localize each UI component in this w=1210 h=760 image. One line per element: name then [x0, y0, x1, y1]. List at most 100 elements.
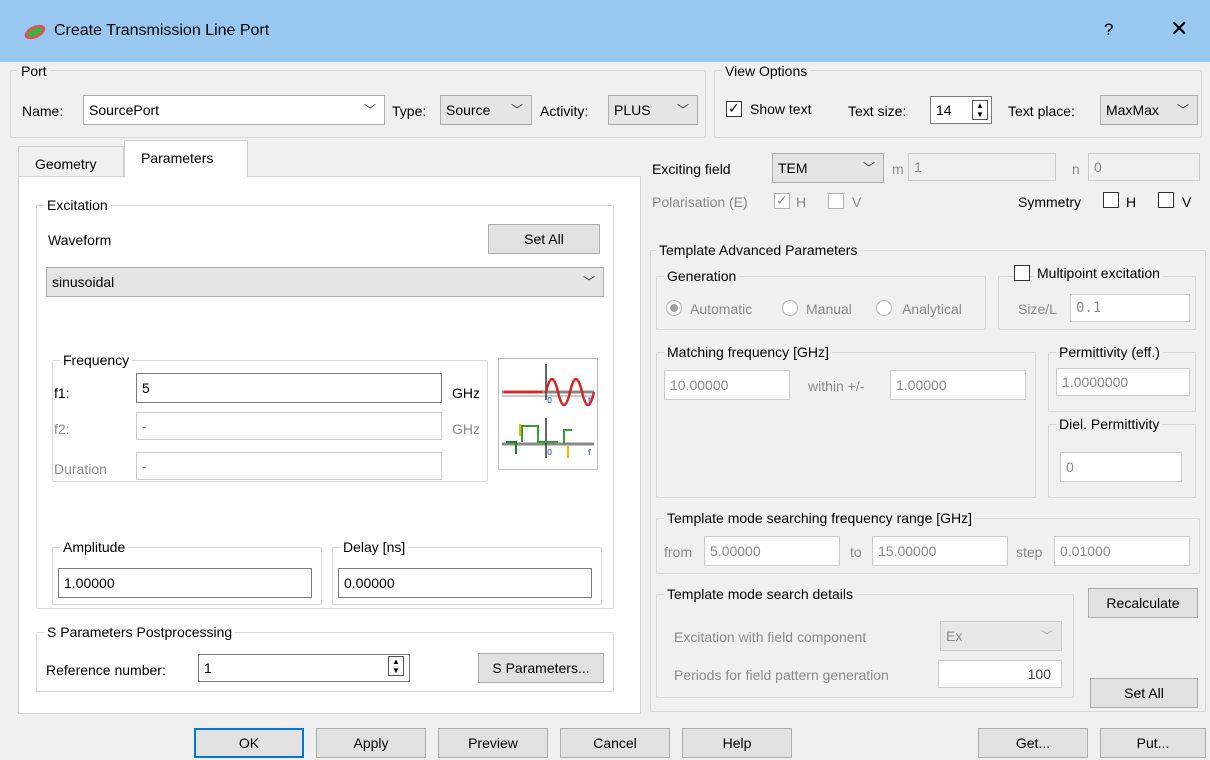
type-value: Source: [446, 102, 491, 118]
activity-label: Activity:: [540, 103, 589, 119]
show-text-checkbox[interactable]: ✓: [726, 100, 742, 117]
tab-parameters-label: Parameters: [141, 150, 214, 166]
check-icon: ✓: [776, 192, 788, 208]
ref-number-input[interactable]: 1: [198, 654, 410, 682]
show-text-label: Show text: [750, 101, 812, 117]
duration-input[interactable]: -: [136, 452, 442, 480]
chevron-down-icon: ﹀: [1176, 103, 1189, 117]
n-input[interactable]: 0: [1088, 153, 1200, 181]
text-size-label: Text size:: [848, 103, 907, 119]
within-input[interactable]: 1.00000: [890, 370, 1026, 400]
waveform-value: sinusoidal: [52, 274, 115, 290]
text-place-label: Text place:: [1008, 103, 1075, 119]
close-icon[interactable]: ✕: [1170, 16, 1188, 42]
svg-text:f: f: [588, 448, 591, 457]
name-combo[interactable]: SourcePort ﹀: [83, 95, 385, 125]
size-l-value: 0.1: [1076, 300, 1102, 316]
diel-title: Diel. Permittivity: [1056, 416, 1163, 432]
multipoint-checkbox[interactable]: [1014, 265, 1030, 281]
tab-geometry[interactable]: Geometry: [18, 146, 124, 176]
cancel-button[interactable]: Cancel: [560, 728, 670, 758]
f2-unit: GHz: [452, 421, 480, 437]
f2-label: f2:: [54, 421, 70, 437]
ref-number-label: Reference number:: [46, 662, 166, 678]
waveform-label: Waveform: [48, 232, 112, 248]
polarisation-h-checkbox[interactable]: ✓: [774, 192, 790, 209]
periods-value: 100: [1027, 666, 1051, 682]
m-input[interactable]: 1: [908, 153, 1056, 181]
chevron-down-icon: ﹀: [676, 103, 689, 117]
permittivity-input[interactable]: 1.0000000: [1056, 368, 1190, 396]
text-place-combo[interactable]: MaxMax ﹀: [1100, 95, 1198, 125]
size-l-label: Size/L: [1018, 301, 1057, 317]
preview-button[interactable]: Preview: [438, 728, 548, 758]
f1-input[interactable]: 5: [136, 373, 442, 403]
matching-input[interactable]: 10.00000: [664, 370, 790, 400]
automatic-radio[interactable]: [666, 300, 682, 316]
from-input[interactable]: 5.00000: [704, 536, 840, 566]
step-input[interactable]: 0.01000: [1054, 536, 1190, 566]
to-input[interactable]: 15.00000: [872, 536, 1008, 566]
excitation-component-combo[interactable]: Ex ﹀: [940, 621, 1062, 651]
svg-text:0: 0: [547, 448, 552, 457]
tab-parameters[interactable]: Parameters: [124, 140, 248, 177]
size-l-input[interactable]: 0.1: [1070, 294, 1190, 322]
periods-input[interactable]: 100: [938, 660, 1062, 688]
type-combo[interactable]: Source ﹀: [440, 95, 532, 125]
diel-input[interactable]: 0: [1060, 452, 1182, 482]
recalculate-button[interactable]: Recalculate: [1088, 588, 1198, 618]
template-title: Template Advanced Parameters: [656, 242, 861, 258]
to-label: to: [850, 544, 862, 560]
tab-join: [125, 175, 247, 177]
text-size-value: 14: [936, 102, 952, 118]
delay-input[interactable]: 0.00000: [338, 568, 592, 598]
polarisation-v-checkbox[interactable]: [828, 193, 844, 209]
within-label: within +/-: [808, 378, 865, 394]
apply-button[interactable]: Apply: [316, 728, 426, 758]
ref-number-spinner-icon[interactable]: ▲ ▼: [388, 656, 404, 676]
amplitude-value: 1.00000: [64, 575, 115, 591]
help-button[interactable]: Help: [682, 728, 792, 758]
waveform-combo[interactable]: sinusoidal ﹀: [46, 267, 604, 297]
template-set-all-button[interactable]: Set All: [1090, 678, 1198, 708]
automatic-label: Automatic: [690, 301, 753, 317]
polarisation-h-label: H: [796, 194, 807, 210]
exciting-field-combo[interactable]: TEM ﹀: [772, 153, 884, 183]
symmetry-v-checkbox[interactable]: [1158, 192, 1174, 208]
type-label: Type:: [392, 103, 427, 119]
s-params-title: S Parameters Postprocessing: [44, 624, 236, 640]
manual-radio[interactable]: [782, 300, 798, 316]
put-button[interactable]: Put...: [1100, 728, 1206, 758]
text-size-spinner-icon[interactable]: ▲ ▼: [972, 100, 988, 120]
get-button[interactable]: Get...: [978, 728, 1088, 758]
app-logo-icon: [24, 24, 46, 40]
set-all-button[interactable]: Set All: [488, 224, 600, 254]
delay-value: 0.00000: [344, 575, 395, 591]
periods-label: Periods for field pattern generation: [674, 667, 889, 683]
analytical-radio[interactable]: [876, 300, 892, 316]
chevron-down-icon: ﹀: [582, 275, 595, 289]
activity-value: PLUS: [614, 102, 651, 118]
amplitude-input[interactable]: 1.00000: [58, 568, 312, 598]
duration-label: Duration: [54, 461, 107, 477]
port-group-title: Port: [18, 63, 50, 79]
matching-title: Matching frequency [GHz]: [664, 344, 832, 360]
ref-number-value: 1: [204, 660, 212, 676]
step-label: step: [1016, 544, 1043, 560]
waveform-preview-icon: 0 t 0 f: [498, 358, 598, 470]
s-parameters-button[interactable]: S Parameters...: [478, 653, 604, 683]
m-label: m: [892, 161, 904, 177]
symmetry-h-checkbox[interactable]: [1103, 192, 1119, 208]
activity-combo[interactable]: PLUS ﹀: [608, 95, 698, 125]
manual-label: Manual: [806, 301, 852, 317]
radio-dot-icon: [670, 304, 678, 312]
within-value: 1.00000: [896, 377, 947, 393]
m-value: 1: [914, 159, 922, 175]
multipoint-label: Multipoint excitation: [1034, 265, 1163, 281]
help-icon[interactable]: ?: [1104, 20, 1113, 40]
svg-text:0: 0: [547, 396, 552, 405]
check-icon: ✓: [728, 100, 740, 116]
ok-button[interactable]: OK: [194, 728, 304, 758]
name-label: Name:: [22, 103, 64, 119]
f2-input[interactable]: -: [136, 412, 442, 440]
